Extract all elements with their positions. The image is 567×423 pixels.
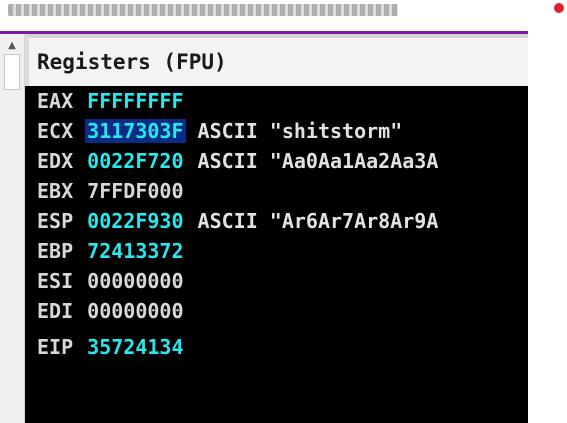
register-comment: ASCII "shitstorm" [197,119,403,143]
register-name: EBX [37,179,74,203]
register-value[interactable]: 0022F930 [85,209,185,233]
register-row-ecx[interactable]: ECX 3117303F ASCII "shitstorm" [37,116,402,146]
register-row-edi[interactable]: EDI 00000000 [37,296,186,326]
register-comment: ASCII "Aa0Aa1Aa2Aa3A [197,149,439,173]
register-value[interactable]: FFFFFFFF [85,89,185,113]
register-value[interactable]: 72413372 [85,239,185,263]
register-name: EDI [37,299,74,323]
register-name: EIP [37,335,74,359]
register-row-edx[interactable]: EDX 0022F720 ASCII "Aa0Aa1Aa2Aa3A [37,146,438,176]
registers-panel: Registers (FPU) EAX FFFFFFFF ECX 3117303… [25,34,528,423]
register-row-ebp[interactable]: EBP 72413372 [37,236,186,266]
register-value-selected[interactable]: 3117303F [85,119,186,143]
register-value[interactable]: 7FFDF000 [85,179,185,203]
register-name: EDX [37,149,74,173]
registers-panel-header[interactable]: Registers (FPU) [25,34,528,86]
blurred-title-text [8,4,398,16]
vertical-scrollbar[interactable]: ▲ [0,34,25,423]
register-row-ebx[interactable]: EBX 7FFDF000 [37,176,186,206]
register-comment: ASCII "Ar6Ar7Ar8Ar9A [197,209,439,233]
register-name: ESI [37,269,74,293]
register-name: ESP [37,209,74,233]
register-row-eax[interactable]: EAX FFFFFFFF [37,86,186,116]
register-value[interactable]: 00000000 [85,269,185,293]
red-dot-indicator [554,3,564,13]
register-name: EBP [37,239,74,263]
scroll-thumb[interactable] [4,54,20,90]
panel-title: Registers (FPU) [37,50,227,74]
register-value[interactable]: 35724134 [85,335,185,359]
window-title-strip [0,0,528,34]
register-value[interactable]: 00000000 [85,299,185,323]
register-row-eip[interactable]: EIP 35724134 [37,332,186,362]
register-row-esi[interactable]: ESI 00000000 [37,266,186,296]
register-name: ECX [37,119,74,143]
scroll-up-arrow-icon[interactable]: ▲ [3,39,21,53]
register-name: EAX [37,89,74,113]
register-row-esp[interactable]: ESP 0022F930 ASCII "Ar6Ar7Ar8Ar9A [37,206,438,236]
register-value[interactable]: 0022F720 [85,149,185,173]
